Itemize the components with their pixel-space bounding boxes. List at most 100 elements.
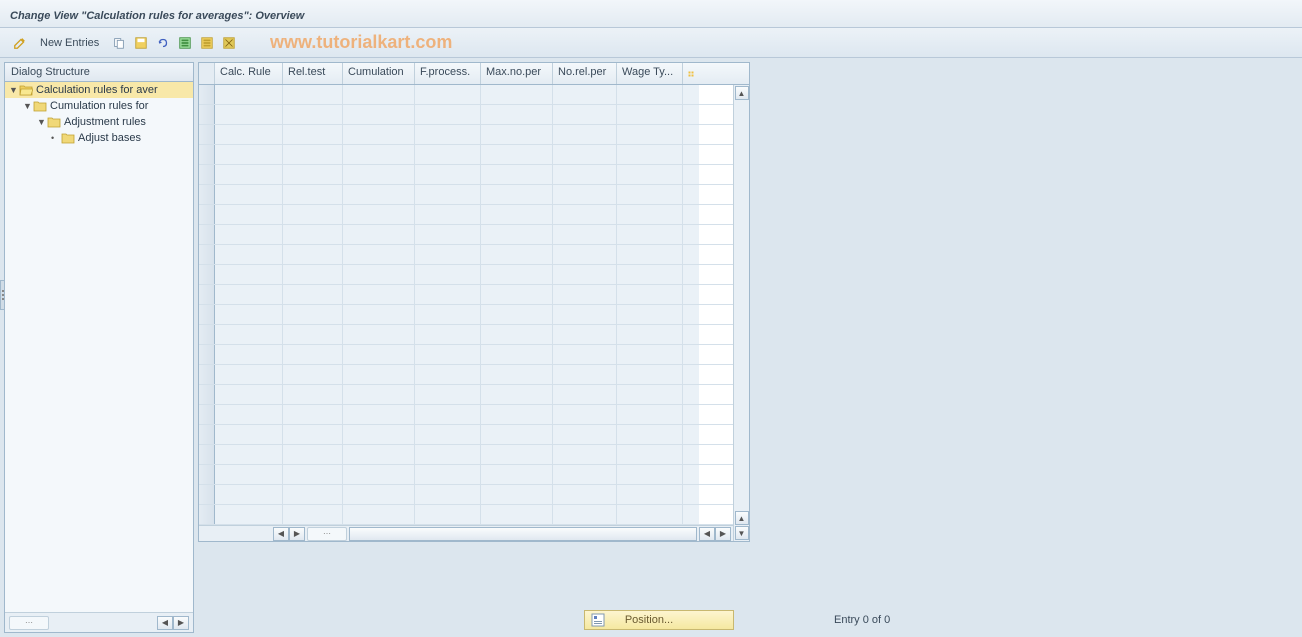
table-cell[interactable] (617, 185, 683, 204)
row-selector[interactable] (199, 305, 215, 324)
hscroll-right-start-icon[interactable]: ▶ (289, 527, 305, 541)
table-cell[interactable] (343, 165, 415, 184)
table-cell[interactable] (481, 225, 553, 244)
table-cell[interactable] (617, 345, 683, 364)
row-selector[interactable] (199, 365, 215, 384)
table-row[interactable] (199, 205, 749, 225)
row-selector[interactable] (199, 85, 215, 104)
table-cell[interactable] (415, 505, 481, 524)
table-cell[interactable] (617, 485, 683, 504)
table-cell[interactable] (481, 265, 553, 284)
table-cell[interactable] (215, 345, 283, 364)
table-cell[interactable] (215, 85, 283, 104)
row-selector[interactable] (199, 285, 215, 304)
table-cell[interactable] (343, 245, 415, 264)
row-selector[interactable] (199, 505, 215, 524)
row-selector[interactable] (199, 405, 215, 424)
table-row[interactable] (199, 125, 749, 145)
table-cell[interactable] (283, 325, 343, 344)
sidebar-resize-handle[interactable]: ⋯ (9, 616, 49, 630)
table-cell[interactable] (553, 485, 617, 504)
table-cell[interactable] (481, 205, 553, 224)
table-row[interactable] (199, 105, 749, 125)
tree-expand-icon[interactable]: ▼ (37, 117, 47, 127)
table-row[interactable] (199, 245, 749, 265)
table-cell[interactable] (481, 305, 553, 324)
table-row[interactable] (199, 325, 749, 345)
table-cell[interactable] (415, 185, 481, 204)
table-row[interactable] (199, 165, 749, 185)
table-row[interactable] (199, 345, 749, 365)
row-selector[interactable] (199, 145, 215, 164)
table-cell[interactable] (215, 305, 283, 324)
tree-item[interactable]: ▼Adjustment rules (5, 114, 193, 130)
table-row[interactable] (199, 265, 749, 285)
table-cell[interactable] (215, 445, 283, 464)
table-cell[interactable] (415, 105, 481, 124)
table-cell[interactable] (481, 405, 553, 424)
table-config-icon[interactable] (683, 63, 699, 84)
table-cell[interactable] (215, 265, 283, 284)
table-cell[interactable] (617, 425, 683, 444)
table-cell[interactable] (343, 425, 415, 444)
row-selector[interactable] (199, 165, 215, 184)
table-cell[interactable] (553, 285, 617, 304)
hscroll-left-icon[interactable]: ◀ (273, 527, 289, 541)
table-cell[interactable] (343, 265, 415, 284)
table-cell[interactable] (553, 85, 617, 104)
table-cell[interactable] (343, 485, 415, 504)
hscroll-resize-handle[interactable]: ⋯ (307, 527, 347, 541)
table-cell[interactable] (215, 125, 283, 144)
tree-item[interactable]: ▼Calculation rules for aver (5, 82, 193, 98)
table-row[interactable] (199, 365, 749, 385)
table-cell[interactable] (553, 265, 617, 284)
table-row[interactable] (199, 465, 749, 485)
table-cell[interactable] (415, 225, 481, 244)
table-cell[interactable] (617, 445, 683, 464)
col-max-no-per[interactable]: Max.no.per (481, 63, 553, 84)
table-cell[interactable] (415, 405, 481, 424)
table-cell[interactable] (553, 385, 617, 404)
table-cell[interactable] (481, 445, 553, 464)
table-cell[interactable] (617, 245, 683, 264)
table-row[interactable] (199, 85, 749, 105)
hscroll-track[interactable] (349, 527, 697, 541)
position-button[interactable]: Position... (584, 610, 734, 630)
table-cell[interactable] (415, 345, 481, 364)
row-selector[interactable] (199, 465, 215, 484)
table-cell[interactable] (283, 485, 343, 504)
table-cell[interactable] (617, 365, 683, 384)
table-cell[interactable] (283, 245, 343, 264)
table-cell[interactable] (553, 425, 617, 444)
table-cell[interactable] (283, 105, 343, 124)
table-cell[interactable] (617, 405, 683, 424)
table-cell[interactable] (415, 325, 481, 344)
table-cell[interactable] (415, 85, 481, 104)
table-cell[interactable] (343, 365, 415, 384)
table-cell[interactable] (617, 285, 683, 304)
table-cell[interactable] (553, 145, 617, 164)
table-cell[interactable] (283, 265, 343, 284)
scroll-up-icon[interactable]: ▲ (735, 86, 749, 100)
table-cell[interactable] (553, 185, 617, 204)
table-cell[interactable] (283, 225, 343, 244)
undo-icon[interactable] (153, 33, 173, 53)
table-cell[interactable] (553, 245, 617, 264)
sidebar-scroll-left-icon[interactable]: ◀ (157, 616, 173, 630)
row-selector-header[interactable] (199, 63, 215, 84)
tree-item[interactable]: ▼Cumulation rules for (5, 98, 193, 114)
row-selector[interactable] (199, 325, 215, 344)
table-cell[interactable] (343, 505, 415, 524)
table-row[interactable] (199, 385, 749, 405)
select-all-icon[interactable] (175, 33, 195, 53)
row-selector[interactable] (199, 205, 215, 224)
row-selector[interactable] (199, 345, 215, 364)
table-cell[interactable] (553, 205, 617, 224)
table-cell[interactable] (343, 225, 415, 244)
table-cell[interactable] (283, 445, 343, 464)
change-icon[interactable] (10, 33, 30, 53)
table-cell[interactable] (617, 265, 683, 284)
scroll-down-top-icon[interactable]: ▲ (735, 511, 749, 525)
table-cell[interactable] (481, 425, 553, 444)
row-selector[interactable] (199, 265, 215, 284)
